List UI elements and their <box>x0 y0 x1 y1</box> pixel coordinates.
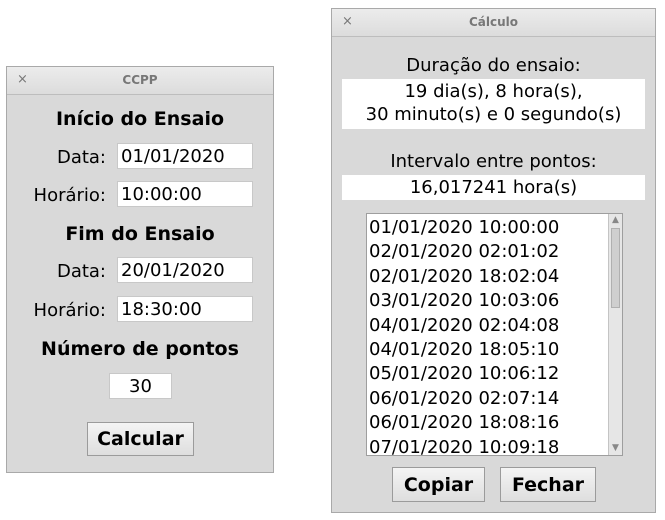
start-date-label: Data: <box>56 147 106 168</box>
points-list[interactable]: 01/01/2020 10:00:00 02/01/2020 02:01:02 02… <box>366 213 623 456</box>
end-date-input[interactable] <box>117 257 253 283</box>
duration-box: 19 dia(s), 8 hora(s), 30 minuto(s) e 0 s… <box>342 79 645 129</box>
interval-box: 16,017241 hora(s) <box>342 175 645 200</box>
end-time-input[interactable] <box>117 296 253 322</box>
window-title: Cálculo <box>468 15 519 29</box>
copy-button[interactable]: Copiar <box>392 467 485 502</box>
ccpp-titlebar[interactable]: × CCPP <box>7 67 273 95</box>
calculate-button[interactable]: Calcular <box>87 422 194 456</box>
duration-line-2: 30 minuto(s) e 0 segundo(s) <box>365 104 622 125</box>
interval-heading: Intervalo entre pontos: <box>390 151 597 172</box>
close-button[interactable]: Fechar <box>500 467 596 502</box>
list-item[interactable]: 07/01/2020 10:09:18 <box>367 436 622 455</box>
start-date-input[interactable] <box>117 143 253 169</box>
list-item[interactable]: 02/01/2020 02:01:02 <box>367 240 622 264</box>
interval-value: 16,017241 hora(s) <box>409 177 578 198</box>
list-item[interactable]: 02/01/2020 18:02:04 <box>367 265 622 289</box>
calculo-titlebar[interactable]: × Cálculo <box>332 9 655 37</box>
list-item[interactable]: 06/01/2020 02:07:14 <box>367 387 622 411</box>
calculo-window: × Cálculo Duração do ensaio: 19 dia(s), … <box>331 8 656 513</box>
points-heading: Número de pontos <box>41 338 239 360</box>
list-item[interactable]: 01/01/2020 10:00:00 <box>367 216 622 240</box>
scroll-up-icon[interactable]: ▲ <box>610 215 621 226</box>
list-item[interactable]: 05/01/2020 10:06:12 <box>367 362 622 386</box>
end-time-label: Horário: <box>33 300 106 321</box>
list-scrollbar[interactable]: ▲ ▼ <box>608 214 622 455</box>
points-list-items: 01/01/2020 10:00:00 02/01/2020 02:01:02 02… <box>367 214 622 455</box>
scroll-down-icon[interactable]: ▼ <box>610 443 621 454</box>
end-date-label: Data: <box>56 261 106 282</box>
duration-line-1: 19 dia(s), 8 hora(s), <box>404 81 583 102</box>
list-item[interactable]: 03/01/2020 10:03:06 <box>367 289 622 313</box>
start-time-label: Horário: <box>33 185 106 206</box>
window-title: CCPP <box>122 73 158 87</box>
points-input[interactable] <box>109 373 172 399</box>
list-item[interactable]: 04/01/2020 18:05:10 <box>367 338 622 362</box>
end-heading: Fim do Ensaio <box>65 223 215 245</box>
start-heading: Início do Ensaio <box>55 108 225 130</box>
duration-heading: Duração do ensaio: <box>406 55 581 76</box>
scroll-thumb[interactable] <box>611 228 620 308</box>
list-item[interactable]: 04/01/2020 02:04:08 <box>367 314 622 338</box>
start-time-input[interactable] <box>117 181 253 207</box>
list-item[interactable]: 06/01/2020 18:08:16 <box>367 411 622 435</box>
ccpp-window: × CCPP Início do Ensaio Data: Horário: F… <box>6 66 274 473</box>
